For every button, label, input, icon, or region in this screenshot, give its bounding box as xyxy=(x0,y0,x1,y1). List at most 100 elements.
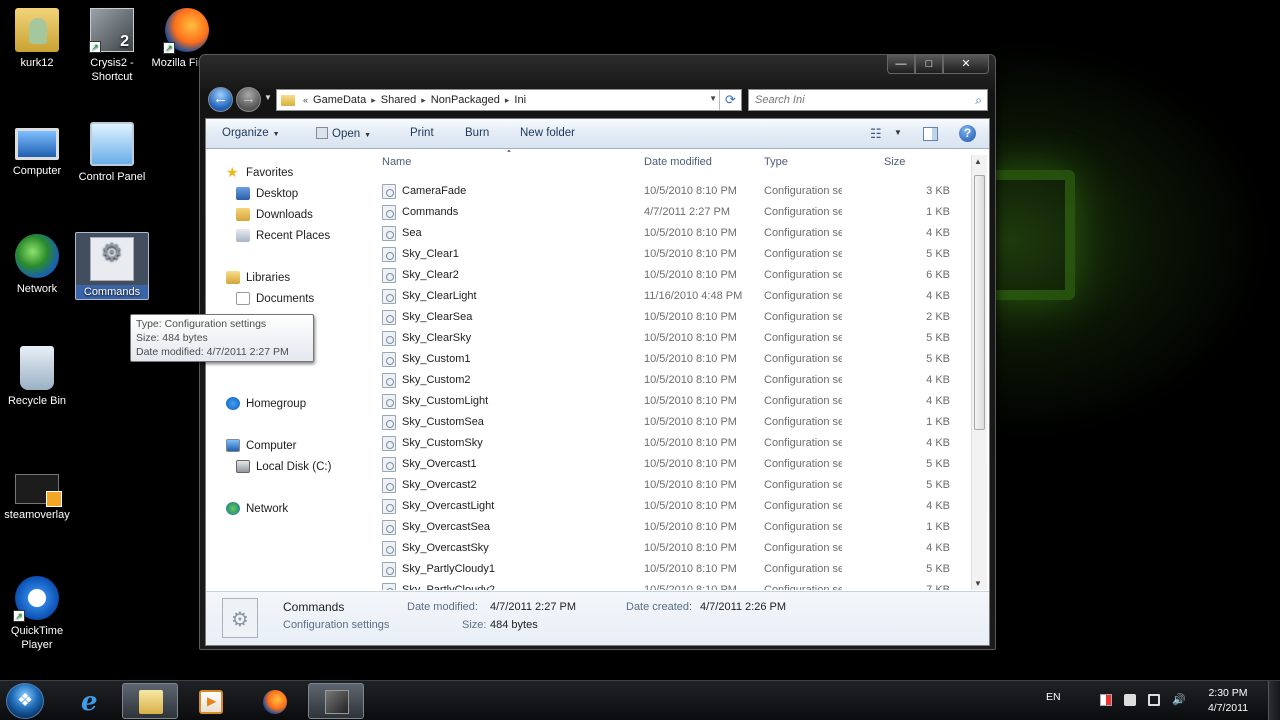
homegroup-icon xyxy=(226,397,240,410)
desktop-icon-recycle-bin[interactable]: Recycle Bin xyxy=(0,346,74,408)
show-desktop-button[interactable] xyxy=(1268,681,1280,720)
file-type: Configuration sett... xyxy=(764,395,842,407)
file-name: Sky_PartlyCloudy2 xyxy=(402,584,495,590)
file-row[interactable]: Sky_OvercastSea 10/5/2010 8:10 PM Configur… xyxy=(378,517,978,538)
scroll-up-icon[interactable]: ▲ xyxy=(974,157,982,166)
minimize-button[interactable]: — xyxy=(887,55,915,74)
chevron-right-icon[interactable]: « xyxy=(303,95,308,105)
breadcrumb-nonpackaged[interactable]: NonPackaged xyxy=(431,94,500,106)
taskbar-media-player[interactable] xyxy=(182,683,238,719)
breadcrumb-gamedata[interactable]: GameData xyxy=(313,94,366,106)
back-button[interactable]: ← xyxy=(208,87,233,112)
file-row[interactable]: Sky_Overcast2 10/5/2010 8:10 PM Configurat… xyxy=(378,475,978,496)
chevron-right-icon[interactable]: ▸ xyxy=(371,95,376,106)
chevron-right-icon[interactable]: ▸ xyxy=(505,95,510,106)
explorer-window: — □ ✕ ← → ▼ « GameData ▸ Shared ▸ NonPac… xyxy=(199,54,996,650)
system-clock[interactable]: 2:30 PM 4/7/2011 xyxy=(1198,686,1258,716)
column-header-type[interactable]: Type xyxy=(764,156,788,168)
desktop-icon-commands[interactable]: Commands xyxy=(75,232,149,300)
maximize-button[interactable]: □ xyxy=(915,55,943,74)
column-header-size[interactable]: Size xyxy=(884,156,905,168)
nav-desktop[interactable]: Desktop xyxy=(236,187,298,200)
file-row[interactable]: CameraFade 10/5/2010 8:10 PM Configuration… xyxy=(378,181,978,202)
search-box[interactable]: ⌕ xyxy=(748,89,988,111)
recent-pages-dropdown[interactable]: ▼ xyxy=(264,93,272,102)
file-row[interactable]: Sky_CustomLight 10/5/2010 8:10 PM Configur… xyxy=(378,391,978,412)
help-button[interactable]: ? xyxy=(959,125,976,142)
refresh-button[interactable]: ⟳ xyxy=(719,90,741,110)
desktop-icon-control-panel[interactable]: Control Panel xyxy=(75,122,149,184)
file-row[interactable]: Sky_ClearLight 11/16/2010 4:48 PM Configur… xyxy=(378,286,978,307)
file-row[interactable]: Sky_OvercastLight 10/5/2010 8:10 PM Config… xyxy=(378,496,978,517)
taskbar-crysis2[interactable] xyxy=(308,683,364,719)
volume-icon[interactable]: 🔊 xyxy=(1172,694,1186,706)
nav-libraries[interactable]: Libraries xyxy=(226,271,290,284)
nav-recent-places[interactable]: Recent Places xyxy=(236,229,330,242)
desktop-icon-user-folder[interactable]: kurk12 xyxy=(0,8,74,70)
file-row[interactable]: Sky_Clear1 10/5/2010 8:10 PM Configuration… xyxy=(378,244,978,265)
column-header-date-modified[interactable]: Date modified xyxy=(644,156,712,168)
file-date-modified: 10/5/2010 8:10 PM xyxy=(644,227,737,239)
new-folder-button[interactable]: New folder xyxy=(520,127,575,139)
action-center-flag-icon[interactable] xyxy=(1100,694,1112,706)
organize-button[interactable]: Organize ▼ xyxy=(222,127,280,139)
address-bar[interactable]: « GameData ▸ Shared ▸ NonPackaged ▸ Ini … xyxy=(276,89,742,111)
file-row[interactable]: Sky_Custom2 10/5/2010 8:10 PM Configuratio… xyxy=(378,370,978,391)
file-row[interactable]: Sky_ClearSea 10/5/2010 8:10 PM Configurati… xyxy=(378,307,978,328)
network-tray-icon[interactable] xyxy=(1148,694,1160,706)
forward-button[interactable]: → xyxy=(236,87,261,112)
file-row[interactable]: Sky_CustomSky 10/5/2010 8:10 PM Configurat… xyxy=(378,433,978,454)
desktop-icon-computer[interactable]: Computer xyxy=(0,122,74,178)
taskbar-firefox[interactable] xyxy=(246,683,302,719)
file-row[interactable]: Sky_OvercastSky 10/5/2010 8:10 PM Configur… xyxy=(378,538,978,559)
print-button[interactable]: Print xyxy=(410,127,434,139)
vertical-scrollbar[interactable]: ▲ ▼ xyxy=(971,155,987,590)
file-date-modified: 10/5/2010 8:10 PM xyxy=(644,269,737,281)
close-button[interactable]: ✕ xyxy=(943,55,989,74)
desktop-icon-network[interactable]: Network xyxy=(0,234,74,296)
file-row[interactable]: Sky_PartlyCloudy1 10/5/2010 8:10 PM Config… xyxy=(378,559,978,580)
language-indicator[interactable]: EN xyxy=(1046,691,1061,703)
breadcrumb-shared[interactable]: Shared xyxy=(381,94,416,106)
search-input[interactable] xyxy=(755,94,960,106)
start-button[interactable] xyxy=(6,683,44,719)
desktop-icon-quicktime[interactable]: ↗ QuickTime Player xyxy=(0,576,74,652)
scroll-down-icon[interactable]: ▼ xyxy=(974,579,982,588)
quicktime-icon: ↗ xyxy=(13,576,59,622)
open-button[interactable]: Open ▼ xyxy=(316,127,371,140)
documents-icon xyxy=(236,292,250,305)
column-header-name[interactable]: Name xyxy=(382,156,411,168)
nav-computer[interactable]: Computer xyxy=(226,439,297,452)
scrollbar-thumb[interactable] xyxy=(974,175,985,430)
file-row[interactable]: Sky_PartlyCloudy2 10/5/2010 8:10 PM Config… xyxy=(378,580,978,590)
file-row[interactable]: Sky_Custom1 10/5/2010 8:10 PM Configuratio… xyxy=(378,349,978,370)
chevron-right-icon[interactable]: ▸ xyxy=(421,95,426,106)
nav-homegroup[interactable]: Homegroup xyxy=(226,397,306,410)
search-icon[interactable]: ⌕ xyxy=(975,93,982,108)
desktop-icon-steamoverlay[interactable]: steamoverlay xyxy=(0,466,74,522)
preview-pane-button[interactable] xyxy=(923,127,938,141)
taskbar-internet-explorer[interactable]: e xyxy=(64,683,120,719)
file-row[interactable]: Sky_ClearSky 10/5/2010 8:10 PM Configurati… xyxy=(378,328,978,349)
desktop-icon-crysis2-shortcut[interactable]: ↗ Crysis2 - Shortcut xyxy=(75,8,149,84)
safely-remove-icon[interactable] xyxy=(1124,694,1136,706)
burn-button[interactable]: Burn xyxy=(465,127,489,139)
view-options-dropdown[interactable]: ▼ xyxy=(894,128,902,137)
nav-favorites[interactable]: ★ Favorites xyxy=(226,165,293,179)
file-size: 2 KB xyxy=(926,311,950,323)
file-size: 4 KB xyxy=(926,395,950,407)
address-dropdown-icon[interactable]: ▼ xyxy=(709,94,717,103)
breadcrumb-ini[interactable]: Ini xyxy=(514,94,526,106)
taskbar-windows-explorer[interactable] xyxy=(122,683,178,719)
nav-local-disk[interactable]: Local Disk (C:) xyxy=(236,460,331,473)
change-view-icon[interactable]: ☷ xyxy=(870,126,882,142)
file-row[interactable]: Commands 4/7/2011 2:27 PM Configuration se… xyxy=(378,202,978,223)
file-row[interactable]: Sea 10/5/2010 8:10 PM Configuration sett..… xyxy=(378,223,978,244)
nav-downloads[interactable]: Downloads xyxy=(236,208,313,221)
file-row[interactable]: Sky_CustomSea 10/5/2010 8:10 PM Configurat… xyxy=(378,412,978,433)
nav-documents[interactable]: Documents xyxy=(236,292,314,305)
file-row[interactable]: Sky_Overcast1 10/5/2010 8:10 PM Configurat… xyxy=(378,454,978,475)
nav-network[interactable]: Network xyxy=(226,502,288,515)
file-row[interactable]: Sky_Clear2 10/5/2010 8:10 PM Configuration… xyxy=(378,265,978,286)
file-type: Configuration sett... xyxy=(764,248,842,260)
